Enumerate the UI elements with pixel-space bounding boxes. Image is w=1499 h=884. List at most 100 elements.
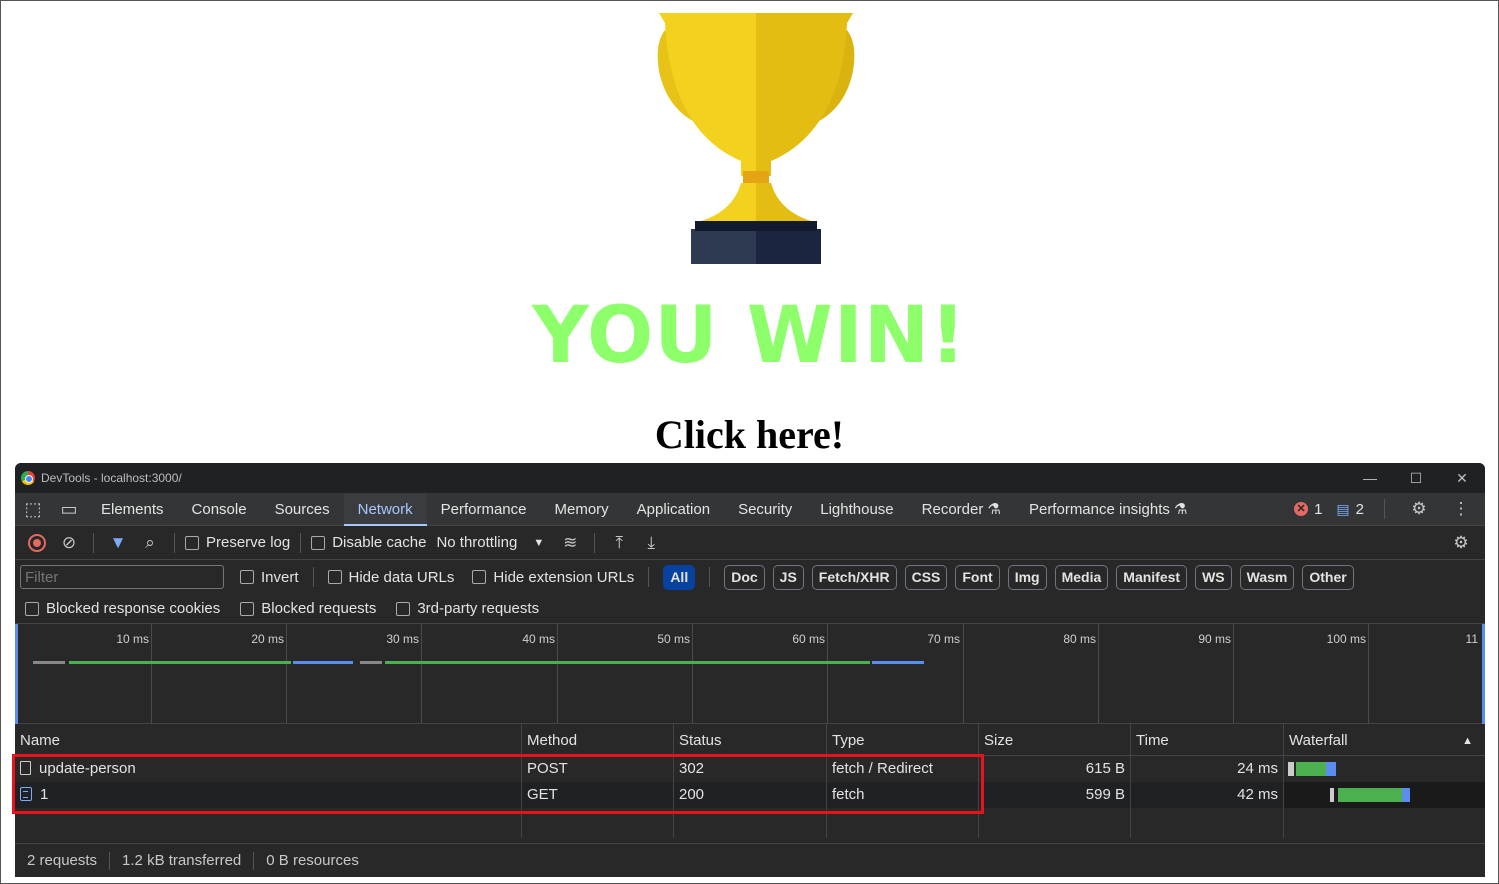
filter-bar: Invert Hide data URLs Hide extension URL… — [15, 560, 1485, 594]
invert-checkbox[interactable]: Invert — [240, 569, 299, 586]
document-icon — [20, 761, 31, 775]
column-header-method[interactable]: Method — [522, 724, 674, 756]
overview-right-handle[interactable] — [1482, 624, 1485, 724]
tab-security[interactable]: Security — [724, 493, 806, 526]
disable-cache-checkbox[interactable]: Disable cache — [311, 534, 426, 551]
waterfall-label: Waterfall — [1289, 732, 1348, 749]
request-status: 302 — [674, 756, 827, 782]
tab-sources[interactable]: Sources — [261, 493, 344, 526]
column-header-type[interactable]: Type — [827, 724, 979, 756]
empty-cell — [15, 808, 522, 838]
timeline-tick-label: 40 ms — [522, 632, 555, 646]
clear-icon[interactable]: ⊘ — [55, 533, 83, 553]
checkbox-box[interactable] — [25, 601, 39, 616]
request-type: fetch — [827, 782, 979, 808]
hide-extension-urls-checkbox[interactable]: Hide extension URLs — [472, 569, 634, 586]
table-row[interactable]: update-person POST 302 fetch / Redirect … — [15, 756, 1485, 782]
tab-recorder[interactable]: Recorder ⚗ — [908, 493, 1015, 526]
timeline-tick-label: 90 ms — [1198, 632, 1231, 646]
column-header-waterfall[interactable]: Waterfall ▲ — [1284, 724, 1485, 756]
grid-line — [1098, 624, 1099, 723]
checkbox-box[interactable] — [472, 570, 487, 584]
filter-chip-media[interactable]: Media — [1054, 564, 1109, 590]
blocked-requests-checkbox[interactable]: Blocked requests — [240, 600, 376, 617]
overview-bar — [385, 661, 870, 664]
network-conditions-icon[interactable]: ≋ — [556, 533, 584, 553]
export-har-icon[interactable]: ⤓ — [637, 533, 665, 553]
tab-memory[interactable]: Memory — [541, 493, 623, 526]
filter-chip-ws[interactable]: WS — [1195, 564, 1232, 590]
filter-chip-all[interactable]: All — [663, 564, 696, 590]
empty-cell — [1284, 808, 1485, 838]
filter-chip-font[interactable]: Font — [955, 564, 1000, 590]
chrome-icon — [21, 471, 35, 485]
tab-application[interactable]: Application — [623, 493, 724, 526]
hide-data-urls-checkbox[interactable]: Hide data URLs — [327, 569, 454, 586]
checkbox-box[interactable] — [327, 570, 342, 584]
filter-chip-other[interactable]: Other — [1302, 564, 1354, 590]
settings-gear-icon[interactable]: ⚙ — [1405, 499, 1433, 519]
click-here-link[interactable]: Click here! — [1, 411, 1498, 459]
filter-input[interactable] — [20, 565, 224, 589]
message-counter[interactable]: ▤ 2 — [1336, 501, 1364, 518]
more-options-icon[interactable]: ⋮ — [1447, 499, 1475, 519]
disable-cache-label: Disable cache — [332, 534, 427, 551]
request-size: 615 B — [979, 756, 1131, 782]
preserve-log-checkbox[interactable]: Preserve log — [185, 534, 290, 551]
tab-performance[interactable]: Performance — [427, 493, 541, 526]
search-icon[interactable]: ⌕ — [136, 533, 164, 553]
inspect-element-icon[interactable]: ⬚ — [15, 499, 51, 520]
import-har-icon[interactable]: ⤒ — [605, 533, 633, 553]
filter-icon[interactable]: ▼ — [104, 533, 132, 553]
divider — [174, 532, 175, 553]
waterfall-download-bar — [1326, 762, 1336, 776]
third-party-requests-checkbox[interactable]: 3rd-party requests — [396, 600, 539, 617]
timeline-tick-label: 20 ms — [251, 632, 284, 646]
timeline-tick-label: 11 — [1465, 632, 1478, 646]
grid-line — [421, 624, 422, 723]
timeline-tick-label: 30 ms — [386, 632, 419, 646]
checkbox-box[interactable] — [240, 601, 255, 616]
tab-network[interactable]: Network — [343, 492, 427, 526]
window-title: DevTools - localhost:3000/ — [41, 471, 182, 485]
column-header-size[interactable]: Size — [979, 724, 1131, 756]
blocked-response-cookies-checkbox[interactable]: Blocked response cookies — [25, 600, 220, 617]
network-settings-gear-icon[interactable]: ⚙ — [1447, 533, 1475, 553]
filter-chip-js[interactable]: JS — [772, 564, 804, 590]
filter-chip-doc[interactable]: Doc — [724, 564, 765, 590]
filter-chip-fetch-xhr[interactable]: Fetch/XHR — [811, 564, 897, 590]
filter-chip-css[interactable]: CSS — [904, 564, 948, 590]
throttling-select[interactable]: No throttling ▼ — [436, 534, 544, 551]
device-toolbar-icon[interactable]: ▭ — [51, 499, 87, 520]
filter-chip-wasm[interactable]: Wasm — [1239, 564, 1295, 590]
column-header-name[interactable]: Name — [15, 724, 522, 756]
request-name-cell[interactable]: 1 — [15, 782, 522, 808]
waterfall-waiting-bar — [1296, 762, 1326, 776]
divider — [594, 532, 596, 553]
checkbox-box[interactable] — [185, 535, 199, 550]
stop-recording-icon[interactable] — [28, 533, 46, 552]
tab-console[interactable]: Console — [178, 493, 261, 526]
throttling-value: No throttling — [436, 534, 518, 551]
network-overview-timeline[interactable]: 10 ms 20 ms 30 ms 40 ms 50 ms 60 ms 70 m… — [15, 624, 1485, 724]
tab-lighthouse[interactable]: Lighthouse — [806, 493, 907, 526]
overview-left-handle[interactable] — [15, 624, 18, 724]
table-row[interactable]: 1 GET 200 fetch 599 B 42 ms — [15, 782, 1485, 808]
checkbox-box[interactable] — [311, 535, 326, 550]
request-name-cell[interactable]: update-person — [15, 756, 522, 782]
message-icon: ▤ — [1336, 500, 1350, 517]
network-status-bar: 2 requests 1.2 kB transferred 0 B resour… — [15, 843, 1485, 877]
checkbox-box[interactable] — [240, 570, 254, 584]
column-header-time[interactable]: Time — [1131, 724, 1284, 756]
tab-performance-insights[interactable]: Performance insights ⚗ — [1015, 493, 1202, 526]
filter-chip-img[interactable]: Img — [1007, 564, 1047, 590]
error-counter[interactable]: ✕ 1 — [1294, 501, 1322, 518]
filter-chip-manifest[interactable]: Manifest — [1116, 564, 1188, 590]
checkbox-box[interactable] — [396, 601, 411, 616]
column-header-status[interactable]: Status — [674, 724, 827, 756]
minimize-icon[interactable]: — — [1347, 470, 1393, 487]
fetch-request-icon — [20, 787, 32, 801]
maximize-icon[interactable]: ☐ — [1393, 470, 1439, 487]
tab-elements[interactable]: Elements — [87, 493, 178, 526]
close-icon[interactable]: ✕ — [1439, 470, 1485, 487]
